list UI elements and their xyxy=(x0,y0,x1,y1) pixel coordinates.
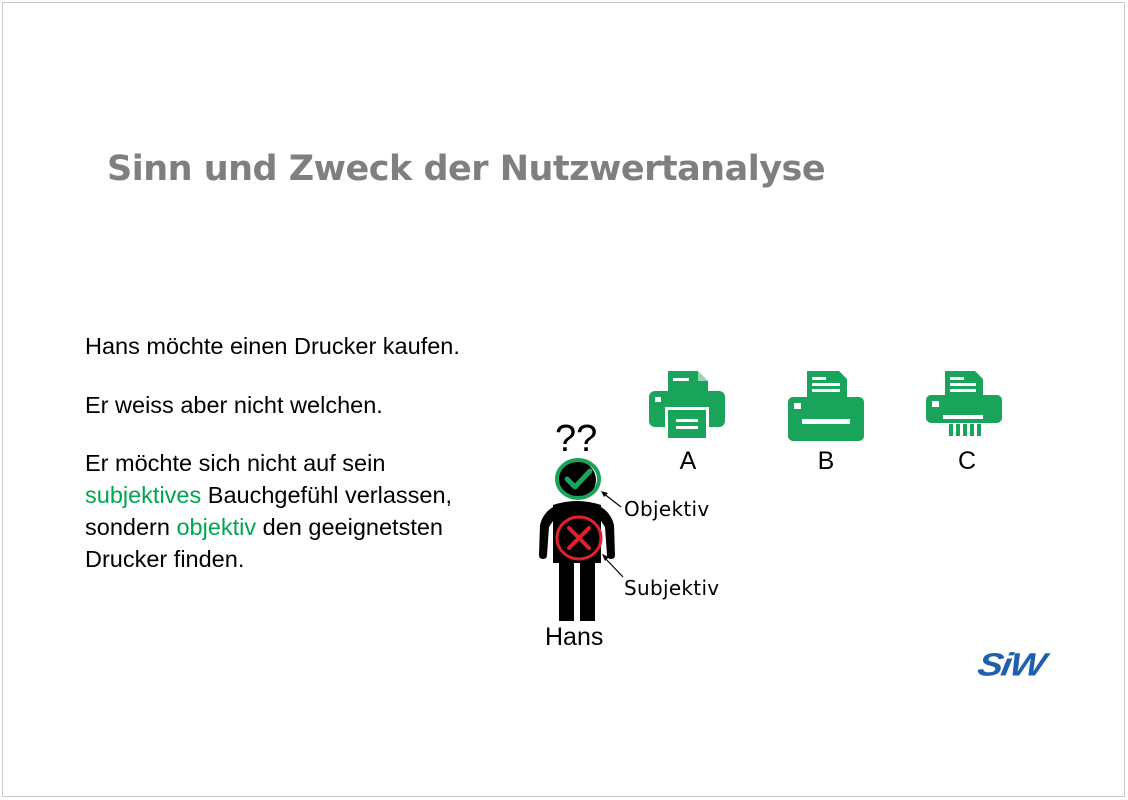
printer-label-a: A xyxy=(679,447,697,475)
objektiv-label: Objektiv xyxy=(624,497,710,521)
paragraph-1: Hans möchte einen Drucker kaufen. xyxy=(85,333,460,359)
fax-printer-icon xyxy=(788,371,864,441)
highlight-objektiv: objektiv xyxy=(176,514,257,540)
siw-logo: SiW xyxy=(974,647,1048,683)
slide: Sinn und Zweck der Nutzwertanalyse Hans … xyxy=(2,2,1125,797)
printer-icon xyxy=(649,371,725,439)
slide-title: Sinn und Zweck der Nutzwertanalyse xyxy=(107,149,826,189)
annotation-arrows xyxy=(601,491,624,578)
paragraph-3: Er möchte sich nicht auf sein subjektive… xyxy=(85,447,505,575)
highlight-subjektives: subjektives xyxy=(85,482,202,508)
shredder-printer-icon xyxy=(926,371,1002,436)
subjektiv-label: Subjektiv xyxy=(624,576,720,600)
printer-label-c: C xyxy=(957,447,977,475)
paragraph-2: Er weiss aber nicht welchen. xyxy=(85,392,383,418)
person-name: Hans xyxy=(545,623,604,651)
paragraph-3-text-1: Er möchte sich nicht auf sein xyxy=(85,450,386,476)
checkmark-icon xyxy=(555,458,601,500)
printer-label-b: B xyxy=(817,447,835,475)
